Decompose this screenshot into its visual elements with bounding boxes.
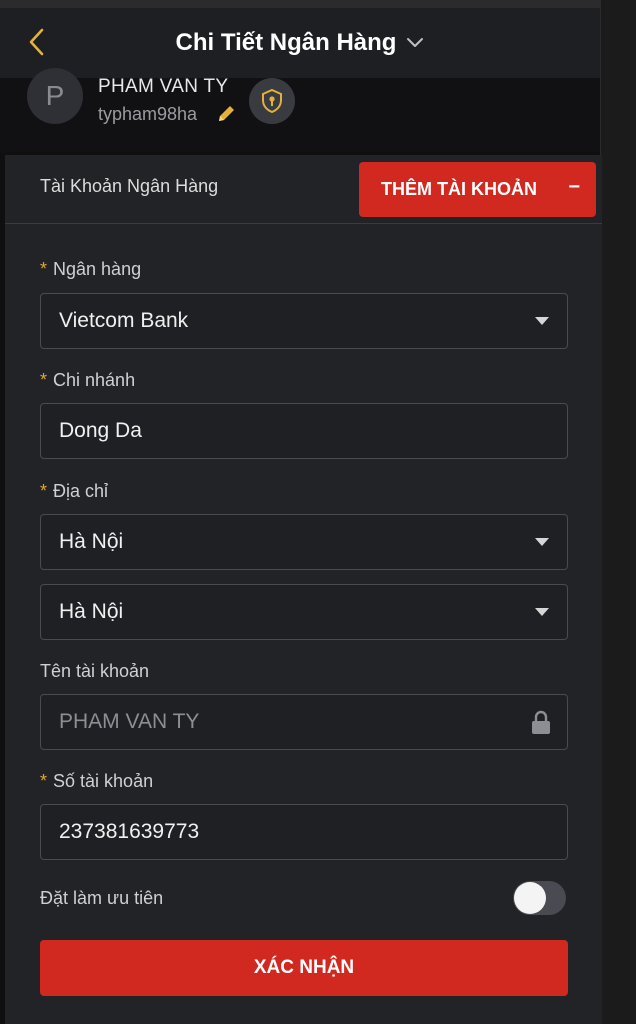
add-account-label: THÊM TÀI KHOẢN: [381, 179, 537, 199]
back-button[interactable]: [20, 24, 56, 60]
caret-down-icon: [535, 608, 549, 616]
page-title: Chi Tiết Ngân Hàng: [175, 29, 397, 56]
right-edge-strip: [600, 0, 636, 1024]
caret-down-icon: [535, 317, 549, 325]
required-mark: *: [40, 481, 48, 501]
district-value: Hà Nội: [59, 600, 124, 623]
header-title-dropdown[interactable]: Chi Tiết Ngân Hàng: [176, 29, 425, 57]
account-number-label: * Số tài khoản: [40, 771, 154, 791]
profile-username: typham98ha: [98, 104, 198, 124]
section-title: Tài Khoản Ngân Hàng: [40, 176, 219, 196]
account-number-value: 237381639773: [59, 820, 200, 843]
province-select[interactable]: Hà Nội: [40, 514, 568, 570]
branch-input[interactable]: Dong Da: [40, 403, 568, 459]
divider: [5, 223, 602, 224]
avatar: P: [27, 68, 83, 124]
app-header: Chi Tiết Ngân Hàng: [0, 8, 600, 78]
profile-name: PHAM VAN TY: [98, 76, 229, 97]
confirm-button[interactable]: XÁC NHẬN: [40, 940, 568, 996]
required-mark: *: [40, 771, 48, 791]
account-number-input[interactable]: 237381639773: [40, 804, 568, 860]
chevron-down-icon: [407, 38, 424, 47]
account-name-label: Tên tài khoản: [40, 661, 150, 681]
caret-down-icon: [535, 538, 549, 546]
top-edge: [0, 0, 636, 8]
province-value: Hà Nội: [59, 530, 124, 553]
address-label: * Địa chỉ: [40, 481, 109, 501]
required-mark: *: [40, 370, 48, 390]
pencil-icon[interactable]: [215, 103, 237, 125]
branch-value: Dong Da: [59, 419, 142, 442]
back-arrow-icon: [29, 28, 44, 56]
shield-icon: [262, 88, 282, 114]
add-account-button[interactable]: THÊM TÀI KHOẢN −: [359, 162, 596, 217]
profile-bar: [0, 78, 600, 152]
security-button[interactable]: [249, 78, 295, 124]
required-mark: *: [40, 259, 48, 279]
branch-label: * Chi nhánh: [40, 370, 136, 390]
district-select[interactable]: Hà Nội: [40, 584, 568, 640]
account-name-value: PHAM VAN TY: [59, 710, 200, 733]
lock-icon: [532, 710, 550, 734]
confirm-label: XÁC NHẬN: [253, 957, 355, 978]
priority-toggle[interactable]: [513, 881, 566, 915]
account-name-field: PHAM VAN TY: [40, 694, 568, 750]
priority-label: Đặt làm ưu tiên: [40, 888, 164, 908]
bank-select[interactable]: Vietcom Bank: [40, 293, 568, 349]
minus-icon: −: [568, 176, 580, 198]
bank-label: * Ngân hàng: [40, 259, 142, 279]
toggle-knob: [514, 882, 546, 914]
bank-value: Vietcom Bank: [59, 309, 189, 332]
